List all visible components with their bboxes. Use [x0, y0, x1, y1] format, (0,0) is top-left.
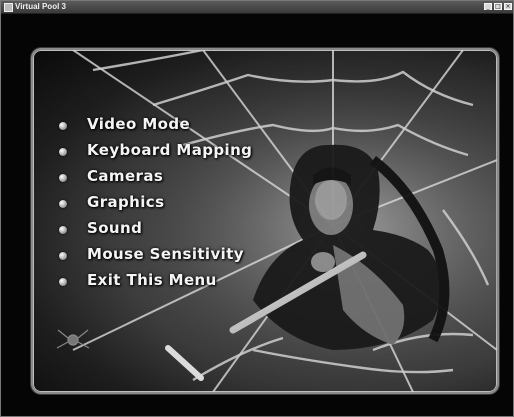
menu-item-label: Video Mode [87, 115, 191, 133]
menu-item-label: Exit This Menu [87, 271, 217, 289]
menu-item-graphics[interactable]: Graphics [59, 192, 289, 218]
bullet-icon [59, 148, 67, 156]
close-button[interactable]: × [504, 3, 512, 10]
menu-item-cameras[interactable]: Cameras [59, 166, 289, 192]
menu-item-video-mode[interactable]: Video Mode [59, 114, 289, 140]
bullet-icon [59, 278, 67, 286]
title-bar[interactable]: Virtual Pool 3 _ □ × [1, 1, 513, 14]
menu-item-label: Keyboard Mapping [87, 141, 253, 159]
bullet-icon [59, 252, 67, 260]
minimize-button[interactable]: _ [484, 3, 492, 10]
bullet-icon [59, 174, 67, 182]
app-window: Virtual Pool 3 _ □ × Video Mode Keyboard… [0, 0, 514, 417]
menu-item-exit[interactable]: Exit This Menu [59, 270, 289, 296]
bullet-icon [59, 226, 67, 234]
menu-item-keyboard-mapping[interactable]: Keyboard Mapping [59, 140, 289, 166]
bullet-icon [59, 122, 67, 130]
menu-item-label: Graphics [87, 193, 165, 211]
menu-item-label: Sound [87, 219, 143, 237]
app-icon [4, 3, 13, 12]
options-menu: Video Mode Keyboard Mapping Cameras Grap… [59, 114, 289, 296]
window-title: Virtual Pool 3 [15, 2, 66, 11]
menu-item-label: Cameras [87, 167, 164, 185]
menu-item-sound[interactable]: Sound [59, 218, 289, 244]
bullet-icon [59, 200, 67, 208]
menu-item-label: Mouse Sensitivity [87, 245, 244, 263]
maximize-button[interactable]: □ [494, 3, 502, 10]
menu-item-mouse-sensitivity[interactable]: Mouse Sensitivity [59, 244, 289, 270]
